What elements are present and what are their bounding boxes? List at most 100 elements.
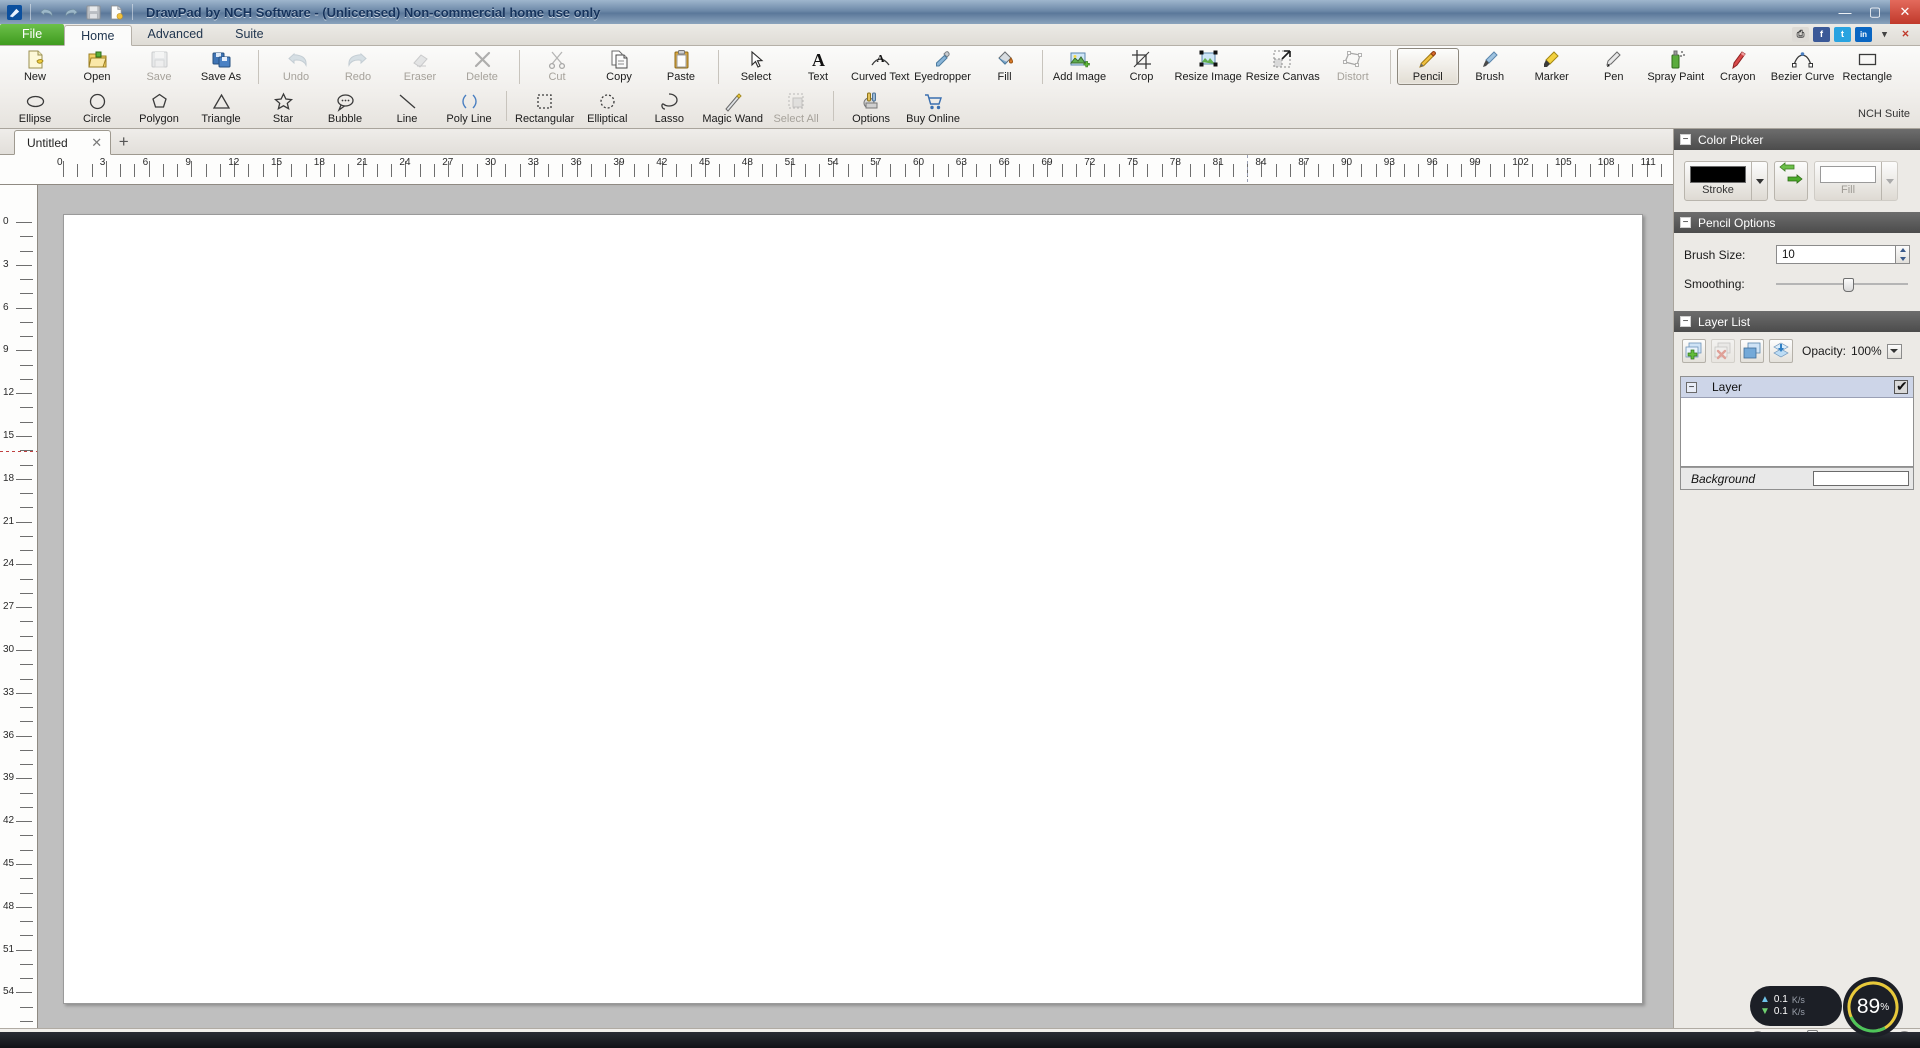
swap-colors-button[interactable] [1774, 161, 1808, 201]
ribbon-button-polygon[interactable]: Polygon [128, 90, 190, 126]
smoothing-slider-thumb[interactable] [1843, 278, 1854, 292]
minimize-button[interactable]: — [1830, 0, 1860, 24]
ribbon-button-open[interactable]: Open [66, 48, 128, 84]
ribbon-button-lasso[interactable]: Lasso [638, 90, 700, 126]
stroke-swatch[interactable] [1690, 166, 1746, 183]
smoothing-slider[interactable] [1776, 276, 1910, 292]
ribbon-button-resize-image[interactable]: Resize Image [1173, 48, 1244, 84]
ribbon-button-eyedropper[interactable]: Eyedropper [912, 48, 974, 84]
color-picker-panel-header[interactable]: − Color Picker [1674, 129, 1920, 150]
ribbon-button-ellipse[interactable]: Ellipse [4, 90, 66, 126]
ribbon-button-rectangular[interactable]: Rectangular [513, 90, 576, 126]
nch-suite-link[interactable]: NCH Suite [1858, 108, 1910, 120]
close-button[interactable]: ✕ [1890, 0, 1920, 24]
ribbon-button-save-as[interactable]: Save As [190, 48, 252, 84]
layer-list-container[interactable]: − Layer [1680, 376, 1914, 467]
fill-swatch[interactable] [1820, 166, 1876, 183]
linkedin-icon[interactable]: in [1855, 27, 1872, 42]
resize-canvas-icon [1272, 49, 1293, 70]
close-icon[interactable]: ✕ [90, 135, 104, 151]
ribbon-button-spray-paint[interactable]: Spray Paint [1645, 48, 1707, 84]
ruler-tick [20, 322, 33, 323]
ribbon-button-resize-canvas[interactable]: Resize Canvas [1244, 48, 1322, 84]
ribbon-button-crop[interactable]: Crop [1111, 48, 1173, 84]
canvas-viewport[interactable] [38, 185, 1673, 1028]
layer-list-panel-header[interactable]: − Layer List [1674, 311, 1920, 332]
tab-advanced[interactable]: Advanced [132, 24, 220, 45]
ribbon-button-pencil[interactable]: Pencil [1397, 48, 1459, 85]
new-tab-button[interactable]: + [111, 129, 137, 154]
stroke-color-button[interactable]: Stroke [1684, 161, 1768, 201]
ribbon-button-paste[interactable]: Paste [650, 48, 712, 84]
ribbon-button-buy-online[interactable]: Buy Online [902, 90, 964, 126]
ribbon-button-star[interactable]: Star [252, 90, 314, 126]
ribbon-button-brush[interactable]: Brush [1459, 48, 1521, 84]
os-taskbar[interactable] [0, 1032, 1920, 1048]
ribbon-button-curved-text[interactable]: ACurved Text [849, 48, 912, 84]
ribbon-button-new[interactable]: New [4, 48, 66, 84]
ruler-tick [634, 164, 635, 177]
collapse-icon[interactable]: − [1680, 217, 1691, 228]
ribbon-button-bubble[interactable]: Bubble [314, 90, 376, 126]
ribbon-button-elliptical[interactable]: Elliptical [576, 90, 638, 126]
tab-suite[interactable]: Suite [219, 24, 280, 45]
ribbon-button-label: Add Image [1053, 71, 1106, 84]
ribbon-button-select[interactable]: Select [725, 48, 787, 84]
save-icon[interactable] [83, 3, 103, 21]
background-color-swatch[interactable] [1813, 471, 1909, 486]
collapse-icon[interactable]: − [1680, 134, 1691, 145]
stroke-label: Stroke [1702, 184, 1734, 196]
document-tab-untitled[interactable]: Untitled ✕ [14, 130, 111, 155]
drawing-canvas[interactable] [63, 214, 1643, 1004]
collapse-icon[interactable]: − [1686, 382, 1697, 393]
fill-color-button[interactable]: Fill [1814, 161, 1898, 201]
app-icon[interactable] [4, 3, 24, 21]
ribbon-button-text[interactable]: AText [787, 48, 849, 84]
ribbon-button-add-image[interactable]: Add Image [1049, 48, 1111, 84]
tab-file[interactable]: File [0, 24, 64, 45]
tab-home[interactable]: Home [64, 25, 131, 46]
ribbon-button-options[interactable]: Options [840, 90, 902, 126]
layer-thumbnail-area[interactable] [1681, 398, 1913, 466]
twitter-icon[interactable]: t [1834, 27, 1851, 42]
new-document-icon[interactable] [106, 3, 126, 21]
delete-layer-button[interactable] [1711, 339, 1735, 363]
chevron-down-icon[interactable]: ▾ [1876, 27, 1893, 42]
vertical-ruler[interactable]: 0369121518212427303336394245485154 [0, 185, 38, 1028]
ribbon-button-rectangle[interactable]: Rectangle [1836, 48, 1898, 84]
add-layer-button[interactable] [1682, 339, 1706, 363]
fill-dropdown-button[interactable] [1881, 162, 1897, 200]
stroke-dropdown-button[interactable] [1751, 162, 1767, 200]
pencil-options-panel-header[interactable]: − Pencil Options [1674, 212, 1920, 233]
maximize-button[interactable]: ▢ [1860, 0, 1890, 24]
brush-size-stepper[interactable] [1895, 245, 1910, 264]
ribbon-button-poly-line[interactable]: Poly Line [438, 90, 500, 126]
layer-visibility-checkbox[interactable] [1894, 380, 1908, 394]
layer-row[interactable]: − Layer [1681, 377, 1913, 398]
network-speed-widget[interactable]: ▲0.1K/s ▼0.1K/s [1750, 986, 1842, 1026]
ribbon-button-line[interactable]: Line [376, 90, 438, 126]
duplicate-layer-button[interactable] [1740, 339, 1764, 363]
ribbon-button-magic-wand[interactable]: Magic Wand [700, 90, 765, 126]
background-row[interactable]: Background [1681, 467, 1913, 489]
collapse-icon[interactable]: − [1680, 316, 1691, 327]
undo-icon[interactable] [37, 3, 57, 21]
ribbon-button-copy[interactable]: Copy [588, 48, 650, 84]
merge-layer-button[interactable] [1769, 339, 1793, 363]
facebook-icon[interactable]: f [1813, 27, 1830, 42]
opacity-dropdown-button[interactable] [1887, 344, 1902, 359]
ribbon-button-circle[interactable]: Circle [66, 90, 128, 126]
redo-icon[interactable] [60, 3, 80, 21]
brush-size-input[interactable]: 10 [1776, 245, 1895, 264]
ribbon-button-bezier-curve[interactable]: Bezier Curve [1769, 48, 1837, 84]
ribbon-button-triangle[interactable]: Triangle [190, 90, 252, 126]
ribbon-button-crayon[interactable]: Crayon [1707, 48, 1769, 84]
ribbon-button-pen[interactable]: Pen [1583, 48, 1645, 84]
ribbon-button-marker[interactable]: Marker [1521, 48, 1583, 84]
print-icon[interactable]: ⎙ [1792, 27, 1809, 42]
ribbon-button-fill[interactable]: Fill [974, 48, 1036, 84]
close-ribbon-icon[interactable]: ✕ [1897, 27, 1914, 42]
cpu-usage-gauge[interactable]: 89% [1846, 980, 1900, 1034]
ruler-tick [1076, 164, 1077, 177]
horizontal-ruler[interactable]: 0369121518212427303336394245485154576063… [0, 155, 1673, 185]
